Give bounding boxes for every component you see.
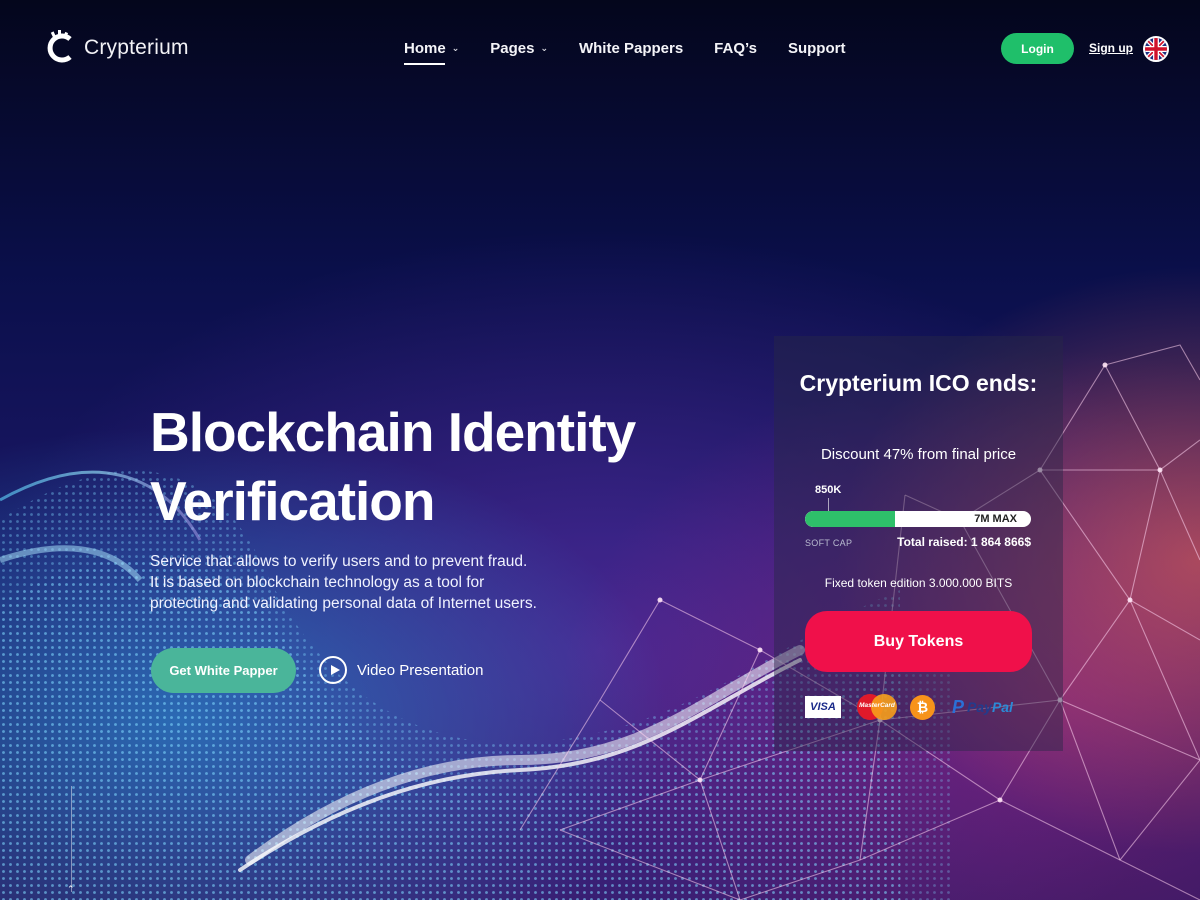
buy-tokens-button[interactable]: Buy Tokens [805, 611, 1032, 672]
nav-item-label: Home [404, 40, 446, 57]
ico-progress-fill [805, 511, 896, 527]
nav-item-label: White Pappers [578, 40, 684, 57]
fixed-token-edition: Fixed token edition 3.000.000 BITS [824, 576, 1013, 590]
max-cap-label: 7M MAX [974, 513, 1017, 525]
nav-item-pages[interactable]: Pages ⌄ [490, 40, 548, 63]
nav-item-label: Pages [490, 40, 535, 57]
soft-cap-value: 850K [815, 484, 842, 496]
visa-icon: VISA [805, 696, 841, 718]
total-raised: Total raised: 1 864 866$ [897, 535, 1031, 549]
nav-item-white-pappers[interactable]: White Pappers [579, 40, 683, 63]
brand-logo[interactable]: Crypterium [44, 30, 189, 66]
nav-item-label: FAQ’s [714, 40, 757, 57]
main-nav: Home ⌄ Pages ⌄ White Pappers FAQ’s Suppo… [404, 40, 876, 65]
paypal-pal-text: Pal [991, 699, 1013, 715]
scroll-indicator-icon[interactable]: ⌃ [67, 884, 75, 895]
paypal-icon: P PayPal [952, 697, 1013, 718]
nav-item-faq[interactable]: FAQ’s [714, 40, 757, 63]
chevron-down-icon: ⌄ [540, 43, 548, 53]
paypal-pay-text: Pay [967, 699, 992, 715]
bitcoin-icon: ₿ [910, 694, 935, 720]
brand-name: Crypterium [84, 36, 189, 59]
uk-flag-icon[interactable] [1143, 36, 1169, 62]
ico-progress-bar: 7M MAX [805, 511, 1031, 527]
ico-discount: Discount 47% from final price [820, 446, 1017, 463]
mastercard-icon: MasterCard [857, 694, 897, 720]
crypterium-logo-icon [47, 30, 72, 63]
ico-title: Crypterium ICO ends: [799, 370, 1038, 396]
chevron-down-icon: ⌄ [451, 43, 460, 53]
hero-description: Service that allows to verify users and … [150, 553, 537, 612]
nav-item-support[interactable]: Support [788, 40, 846, 63]
hero-title: Blockchain Identity Verification [150, 401, 636, 532]
get-white-paper-button[interactable]: Get White Papper [151, 648, 296, 693]
nav-item-home[interactable]: Home ⌄ [404, 40, 460, 65]
soft-cap-label: SOFT CAP [805, 538, 853, 548]
nav-item-label: Support [787, 40, 846, 57]
scroll-indicator-line [71, 786, 72, 892]
video-presentation-label: Video Presentation [357, 661, 484, 679]
payment-methods: VISA MasterCard ₿ P PayPal [805, 694, 1013, 720]
signup-link[interactable]: Sign up [1089, 41, 1133, 55]
login-button[interactable]: Login [1001, 33, 1074, 64]
play-icon [319, 656, 347, 684]
mastercard-wordmark: MasterCard [859, 702, 895, 709]
uk-flag-graphic [1145, 38, 1167, 60]
video-presentation-button[interactable]: Video Presentation [319, 656, 483, 684]
paypal-p-mark: P [952, 696, 965, 717]
ico-card: Crypterium ICO ends: Discount 47% from f… [774, 336, 1063, 751]
